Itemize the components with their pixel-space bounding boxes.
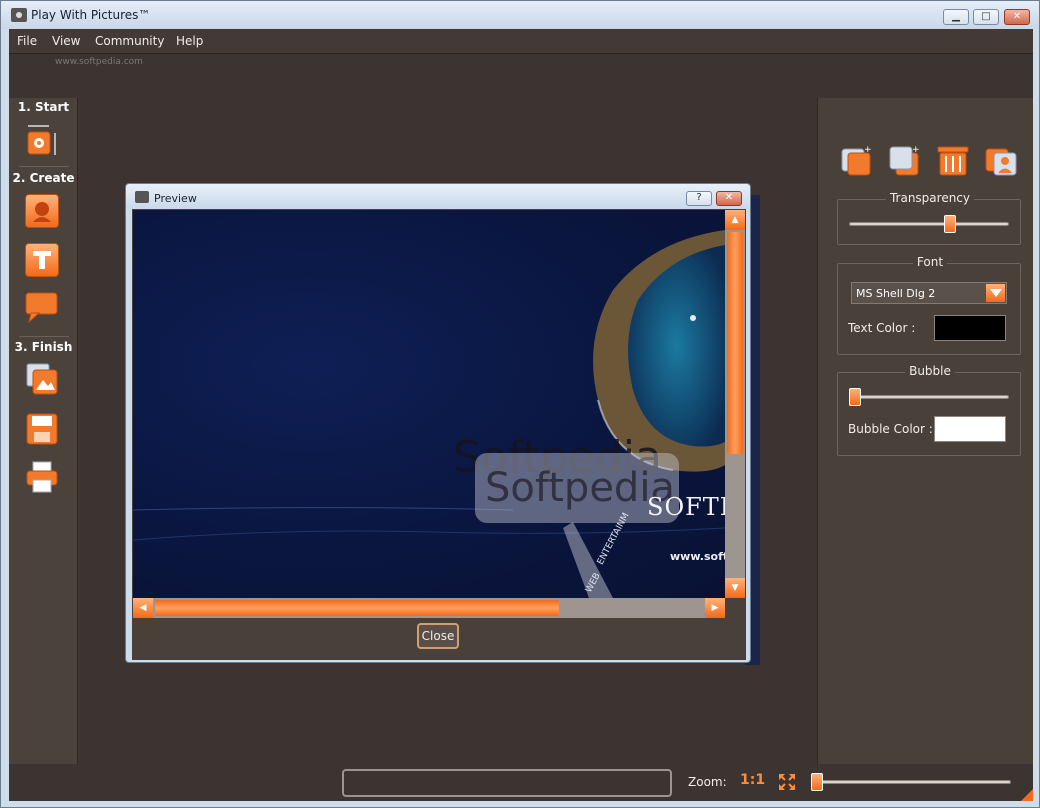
preview-dialog: Preview ? ✕ Softpedia Softpedia SOFT www…: [125, 183, 751, 663]
watermark-text: www.softpedia.com: [55, 57, 143, 67]
bubble-color-swatch[interactable]: [934, 416, 1006, 442]
font-select[interactable]: MS Shell Dlg 2: [851, 282, 1007, 304]
svg-text:+: +: [912, 145, 920, 155]
delete-button[interactable]: [936, 143, 970, 177]
zoom-slider-knob[interactable]: [811, 773, 823, 791]
svg-text:+: +: [864, 145, 872, 155]
duplicate-button[interactable]: [984, 143, 1018, 177]
add-picture-button[interactable]: [25, 194, 59, 228]
menu-file[interactable]: File: [17, 34, 37, 48]
bubble-title: Bubble: [905, 364, 955, 378]
add-bubble-button[interactable]: [25, 290, 59, 324]
floppy-save-icon: [26, 413, 58, 445]
bring-front-button[interactable]: +: [840, 143, 874, 177]
preview-close-button[interactable]: Close: [417, 623, 459, 649]
resize-grip[interactable]: [1021, 789, 1033, 801]
title-bar[interactable]: Play With Pictures™ ▁ □ ✕: [1, 1, 1039, 29]
transparency-group: Transparency: [837, 191, 1021, 245]
step-create-label: 2. Create: [12, 171, 75, 185]
preview-close-x-button[interactable]: ✕: [716, 191, 742, 206]
font-title: Font: [912, 255, 948, 269]
zoom-slider-track[interactable]: [815, 780, 1011, 784]
send-back-button[interactable]: +: [888, 143, 922, 177]
bubble-slider-track[interactable]: [849, 395, 1009, 399]
separator: [19, 166, 69, 167]
minimize-button[interactable]: ▁: [943, 9, 969, 25]
preview-body: Softpedia Softpedia SOFTP www.softpe WEB…: [132, 209, 746, 660]
url-text: www.softpe: [670, 550, 725, 563]
bubble-slider-knob[interactable]: [849, 388, 861, 406]
zoom-actual-size-button[interactable]: 1:1: [740, 772, 765, 788]
status-text-field: [342, 769, 672, 797]
speech-bubble-icon: [25, 292, 58, 324]
close-window-button[interactable]: ✕: [1004, 9, 1030, 25]
text-icon: [33, 251, 51, 269]
image-export-icon: [26, 363, 58, 395]
menu-view[interactable]: View: [52, 34, 80, 48]
font-select-value: MS Shell Dlg 2: [856, 287, 936, 300]
right-properties-panel: + + Transparency Font MS Shell Dlg 2 Tex…: [817, 98, 1033, 764]
printer-icon: [26, 461, 58, 493]
bubble-color-label: Bubble Color :: [848, 422, 933, 436]
zoom-fit-button[interactable]: [778, 773, 796, 791]
scroll-down-icon[interactable]: ▼: [725, 578, 745, 598]
duplicate-person-icon: [985, 148, 1017, 176]
transparency-slider-knob[interactable]: [943, 215, 956, 233]
fit-screen-icon: [779, 774, 795, 790]
add-text-button[interactable]: [25, 243, 59, 277]
layer-back-icon: +: [889, 145, 920, 176]
preview-title: Preview: [154, 192, 197, 205]
step-finish-label: 3. Finish: [14, 340, 73, 354]
brand-text: SOFTP: [647, 493, 725, 521]
status-bar: Zoom: 1:1: [9, 764, 1033, 801]
left-tool-panel: 1. Start 2. Create 3. Finish: [9, 98, 78, 764]
camera-icon: [135, 191, 149, 203]
preview-help-button[interactable]: ?: [686, 191, 712, 206]
transparency-title: Transparency: [885, 191, 975, 205]
menu-help[interactable]: Help: [176, 34, 203, 48]
vertical-scrollbar[interactable]: ▲ ▼: [725, 210, 745, 598]
island-photo-graphic: [133, 230, 725, 598]
resize-canvas-icon: [27, 125, 56, 155]
zoom-label: Zoom:: [688, 775, 727, 789]
save-button[interactable]: [25, 412, 59, 446]
scroll-right-icon[interactable]: ▶: [705, 598, 725, 618]
top-toolbar: www.softpedia.com: [9, 53, 1033, 98]
menu-bar: File View Community Help: [9, 29, 1033, 53]
export-image-button[interactable]: [25, 362, 59, 396]
person-icon: [33, 202, 51, 222]
preview-title-bar[interactable]: Preview ? ✕: [126, 184, 750, 209]
separator: [19, 336, 69, 337]
chevron-down-icon[interactable]: [986, 284, 1005, 302]
print-button[interactable]: [25, 460, 59, 494]
preview-image: Softpedia Softpedia SOFTP www.softpe WEB…: [133, 210, 725, 598]
menu-community[interactable]: Community: [95, 34, 164, 48]
horizontal-scrollbar[interactable]: ◀ ▶: [133, 598, 725, 618]
horizontal-scroll-thumb[interactable]: [155, 600, 559, 616]
app-camera-icon: [11, 8, 27, 22]
bubble-group: Bubble Bubble Color :: [837, 364, 1021, 456]
text-color-label: Text Color :: [848, 321, 916, 335]
scroll-up-icon[interactable]: ▲: [725, 210, 745, 230]
trash-icon: [937, 146, 969, 176]
scroll-left-icon[interactable]: ◀: [133, 598, 153, 618]
resize-canvas-button[interactable]: [25, 123, 59, 157]
font-group: Font MS Shell Dlg 2 Text Color :: [837, 255, 1021, 355]
step-start-label: 1. Start: [17, 100, 70, 114]
maximize-button[interactable]: □: [973, 9, 999, 25]
vertical-scroll-thumb[interactable]: [727, 232, 743, 454]
layer-front-icon: +: [841, 145, 872, 176]
window-title: Play With Pictures™: [31, 8, 151, 22]
transparency-slider-track[interactable]: [849, 222, 1009, 226]
text-color-swatch[interactable]: [934, 315, 1006, 341]
app-window: Play With Pictures™ ▁ □ ✕ File View Comm…: [0, 0, 1040, 808]
